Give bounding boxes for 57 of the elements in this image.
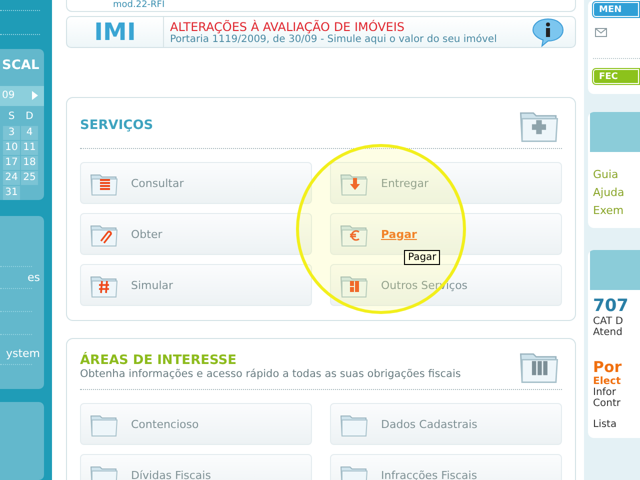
tile-link[interactable]: Dívidas Fiscais <box>131 468 211 480</box>
next-arrow-icon[interactable] <box>32 91 38 100</box>
help-link[interactable]: Exem <box>593 202 640 220</box>
calendar-day[interactable]: 18 <box>21 156 38 170</box>
section-subtitle: Obtenha informações e acesso rápido a todas as suas obrigações fiscais <box>80 368 461 380</box>
month-label: 09 <box>2 90 15 102</box>
tile-link[interactable]: Entregar <box>381 176 429 190</box>
service-tile[interactable]: Consultar <box>80 162 312 204</box>
form-link[interactable]: mod.22-RFI <box>113 0 165 11</box>
tooltip: Pagar <box>404 250 440 265</box>
tile-link[interactable]: Dados Cadastrais <box>381 418 478 430</box>
tile-link[interactable]: Pagar <box>381 228 417 240</box>
contact-text: Atend <box>593 327 624 338</box>
info-icon <box>531 17 565 47</box>
header-block <box>590 112 640 152</box>
header-block <box>590 250 640 290</box>
panel-title: SCAL <box>1 56 40 75</box>
sidebar-link[interactable]: ystem <box>0 347 44 360</box>
promo-subtitle: Elect <box>593 376 622 387</box>
phone-number: 707 <box>593 296 630 316</box>
imi-logo: IMI <box>67 17 164 47</box>
help-link[interactable]: Guia <box>593 166 640 184</box>
tile-link[interactable]: Consultar <box>131 176 184 190</box>
help-link[interactable]: Ajuda <box>593 184 640 202</box>
imi-banner[interactable]: IMI ALTERAÇÕES À AVALIAÇÃO DE IMÓVEIS Portaria 1119/2009, de 30/09 - Simule aqui o valor do seu imóvel <box>66 16 576 48</box>
calendar-day[interactable]: 17 <box>3 156 20 170</box>
calendar-day[interactable]: 11 <box>21 140 38 155</box>
banner-title: ALTERAÇÕES À AVALIAÇÃO DE IMÓVEIS <box>170 20 406 34</box>
promo-title: Por <box>593 358 623 376</box>
calendar-day[interactable]: 25 <box>21 170 38 185</box>
weekday-label: D <box>24 110 34 124</box>
sidebar-link[interactable]: es <box>0 271 44 284</box>
calendar-day[interactable]: 10 <box>3 140 20 155</box>
service-tile[interactable]: Contencioso <box>80 403 312 445</box>
promo-text: Contr <box>593 398 622 409</box>
promo-text: Infor <box>593 387 618 398</box>
calendar-day[interactable]: 3 <box>3 126 20 140</box>
service-tile[interactable]: Dívidas Fiscais <box>80 454 312 480</box>
service-tile[interactable]: Entregar <box>330 162 562 204</box>
list-link[interactable]: Lista <box>593 419 640 430</box>
banner-subtitle: Portaria 1119/2009, de 30/09 - Simule aqui o valor do seu imóvel <box>170 34 498 44</box>
tile-link[interactable]: Simular <box>131 278 174 292</box>
weekday-label: S <box>7 110 16 124</box>
section-title: SERVIÇOS <box>80 118 154 132</box>
envelope-icon[interactable] <box>595 28 607 37</box>
tile-link[interactable]: Obter <box>131 228 162 240</box>
section-title: ÁREAS DE INTERESSE <box>80 352 238 368</box>
service-tile[interactable]: Obter <box>80 213 312 255</box>
menu-button[interactable]: MEN <box>593 2 639 17</box>
calendar-day[interactable]: 31 <box>3 186 20 200</box>
service-tile[interactable]: Simular <box>80 264 312 306</box>
close-button[interactable]: FEC <box>593 69 639 84</box>
calendar-day[interactable]: 4 <box>21 126 38 140</box>
contact-text: CAT D <box>593 316 624 327</box>
tile-link[interactable]: Contencioso <box>131 418 199 430</box>
calendar-day[interactable]: 24 <box>3 170 20 185</box>
service-tile[interactable]: Dados Cadastrais <box>330 403 562 445</box>
